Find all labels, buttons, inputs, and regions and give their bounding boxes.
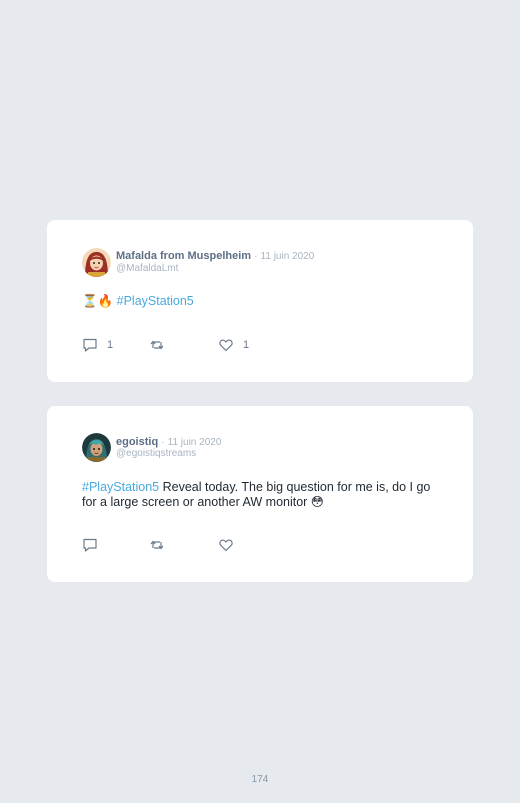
- reply-count: 1: [107, 339, 114, 351]
- avatar-illustration: [82, 433, 111, 462]
- author-line: Mafalda from Muspelheim · 11 juin 2020: [116, 250, 314, 263]
- hashtag-link[interactable]: #PlayStation5: [82, 480, 159, 494]
- separator-dot: ·: [161, 437, 165, 448]
- reply-button[interactable]: 1: [82, 337, 113, 353]
- retweet-button[interactable]: [149, 537, 174, 553]
- like-button[interactable]: [218, 537, 243, 553]
- heart-outline-icon: [219, 339, 233, 352]
- author-handle[interactable]: @egoistiqstreams: [116, 448, 196, 460]
- retweet-arrows-icon: [150, 540, 164, 550]
- tweet-date[interactable]: 11 juin 2020: [261, 251, 315, 262]
- reply-button[interactable]: [82, 537, 107, 553]
- tweet-text: #PlayStation5 Reveal today. The big ques…: [82, 480, 442, 510]
- separator-dot: ·: [254, 251, 258, 262]
- tweet-text: ⏳🔥 #PlayStation5: [82, 294, 442, 309]
- retweet-button[interactable]: [149, 337, 174, 353]
- speech-bubble-icon: [83, 338, 97, 352]
- like-count: 1: [243, 339, 250, 351]
- hashtag-link[interactable]: #PlayStation5: [117, 294, 194, 308]
- avatar-illustration: [82, 248, 111, 277]
- tweet-actions: [82, 537, 282, 553]
- tweet-card: Mafalda from Muspelheim · 11 juin 2020 @…: [47, 220, 473, 382]
- retweet-arrows-icon: [150, 340, 164, 350]
- tweet-actions: 1 1: [82, 337, 282, 353]
- speech-bubble-icon: [83, 538, 97, 552]
- avatar[interactable]: [82, 248, 111, 277]
- page-number: 174: [251, 774, 269, 785]
- author-name[interactable]: egoistiq: [116, 436, 158, 448]
- avatar[interactable]: [82, 433, 111, 462]
- tweet-emoji: ⏳🔥: [82, 294, 114, 308]
- heart-outline-icon: [219, 539, 233, 552]
- tweet-card: egoistiq · 11 juin 2020 @egoistiqstreams…: [47, 406, 473, 582]
- author-handle[interactable]: @MafaldaLmt: [116, 263, 178, 275]
- like-button[interactable]: 1: [218, 337, 249, 353]
- author-name[interactable]: Mafalda from Muspelheim: [116, 250, 251, 262]
- tweet-date[interactable]: 11 juin 2020: [168, 437, 222, 448]
